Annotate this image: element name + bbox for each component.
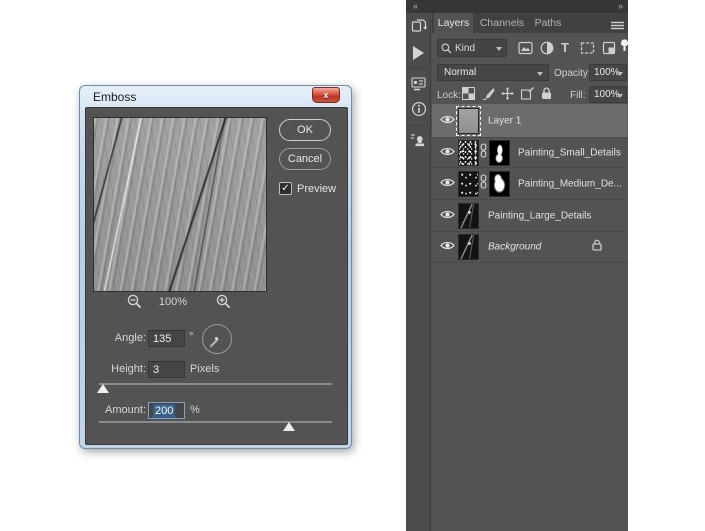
layer-name[interactable]: Painting_Medium_De... [518,178,622,189]
filter-adjustment-layers-icon[interactable] [540,41,554,60]
angle-dial[interactable] [202,324,232,354]
chevron-down-icon [496,47,502,51]
angle-dial-center [215,337,218,340]
height-input[interactable]: 3 [148,361,185,378]
lock-label: Lock: [437,90,461,101]
dialog-title: Emboss [93,90,136,104]
layer-thumbnail[interactable] [458,140,479,166]
tab-layers[interactable]: Layers [434,13,473,33]
filter-kind-label: Kind [455,43,475,54]
emboss-dialog: Emboss x OK Cancel ✓ Preview 100% Angle: [79,85,352,449]
layer-comps-icon[interactable] [406,76,431,96]
lock-all-icon[interactable] [541,87,552,105]
dialog-content: OK Cancel ✓ Preview 100% Angle: 135 ° [85,107,348,445]
fill-value[interactable]: 100% [589,86,627,103]
mask-link-icon[interactable] [480,143,487,163]
photoshop-panel-group: « » Layers Channels Paths Kind [406,0,628,531]
lock-artboard-icon[interactable] [520,87,534,105]
lock-position-icon[interactable] [501,87,514,105]
check-icon: ✓ [281,183,289,194]
layer-row-small-details[interactable]: Painting_Small_Details [432,138,628,168]
visibility-eye-icon[interactable] [438,238,456,256]
ok-button[interactable]: OK [279,119,331,141]
opacity-value[interactable]: 100% [589,64,627,81]
layer-name[interactable]: Layer 1 [488,115,521,126]
layer-row-layer1[interactable]: Layer 1 [432,104,628,138]
layer-mask-thumbnail[interactable] [489,140,510,166]
angle-unit: ° [189,331,193,343]
preview-checkbox-label: Preview [297,183,336,195]
layer-row-medium-details[interactable]: Painting_Medium_De... [432,168,628,200]
layer-name[interactable]: Background [488,242,541,253]
actions-icon[interactable] [406,46,431,65]
height-unit: Pixels [190,363,219,375]
height-label: Height: [94,363,146,375]
panel-dock-strip [406,0,431,531]
filter-pixel-layers-icon[interactable] [518,41,533,60]
preview-checkbox[interactable]: ✓ [279,182,292,195]
amount-slider-track[interactable] [99,421,332,423]
layer-mask-thumbnail[interactable] [489,171,510,197]
lock-transparency-icon[interactable] [462,87,475,105]
zoom-controls: 100% [86,294,274,310]
blend-mode-dropdown[interactable]: Normal [437,64,549,81]
filter-kind-dropdown[interactable]: Kind [437,39,507,57]
search-icon [441,43,452,54]
emboss-preview-image[interactable] [93,117,267,292]
opacity-label: Opacity: [554,68,591,79]
layer-name[interactable]: Painting_Large_Details [488,210,591,221]
lock-image-icon[interactable] [482,87,495,105]
expand-panels-icon[interactable]: » [618,1,623,11]
background-lock-icon [592,238,602,256]
tab-paths[interactable]: Paths [528,13,568,33]
amount-label: Amount: [94,404,146,416]
history-icon[interactable] [406,18,431,39]
collapse-panels-icon[interactable]: « [413,1,418,11]
amount-unit: % [190,404,200,416]
visibility-eye-icon[interactable] [438,144,456,162]
mask-link-icon[interactable] [480,174,487,194]
zoom-level: 100% [143,296,203,308]
filter-shape-layers-icon[interactable] [580,41,595,60]
cancel-button[interactable]: Cancel [279,148,331,170]
layer-row-large-details[interactable]: Painting_Large_Details [432,200,628,232]
dock-divider [408,125,429,126]
panel-tabbar: Layers Channels Paths [432,13,628,33]
angle-label: Angle: [94,332,146,344]
visibility-eye-icon[interactable] [438,112,456,130]
panel-top-bar: « » [406,0,628,13]
visibility-eye-icon[interactable] [438,175,456,193]
zoom-in-icon[interactable] [216,294,232,315]
layer-thumbnail[interactable] [458,108,479,134]
fill-label: Fill: [570,90,586,101]
tab-channels[interactable]: Channels [476,13,528,33]
info-icon[interactable] [406,101,431,122]
height-slider-track[interactable] [99,383,332,385]
filter-type-layers-icon[interactable]: T [561,40,569,55]
chevron-down-icon [537,72,543,76]
zoom-out-icon[interactable] [127,294,143,315]
amount-slider-thumb[interactable] [283,422,295,431]
chevron-down-icon [617,94,623,98]
dock-divider [408,68,429,69]
angle-input[interactable]: 135 [148,330,185,347]
screenshot-canvas: Emboss x OK Cancel ✓ Preview 100% Angle: [0,0,705,531]
layers-panel: Layers Channels Paths Kind T [432,13,628,531]
layer-row-background[interactable]: Background [432,232,628,263]
panel-menu-icon[interactable] [611,18,624,36]
filter-smart-objects-icon[interactable] [602,41,616,60]
height-slider-thumb[interactable] [97,384,109,393]
tool-presets-icon[interactable] [406,132,431,153]
layer-name[interactable]: Painting_Small_Details [518,147,621,158]
chevron-down-icon [617,72,623,76]
filter-toggle-icon[interactable] [620,39,629,57]
close-icon[interactable]: x [312,87,340,103]
layer-thumbnail[interactable] [458,171,479,197]
layer-thumbnail[interactable] [458,234,479,260]
layer-thumbnail[interactable] [458,203,479,229]
visibility-eye-icon[interactable] [438,207,456,225]
amount-input[interactable]: 200 [148,402,185,419]
